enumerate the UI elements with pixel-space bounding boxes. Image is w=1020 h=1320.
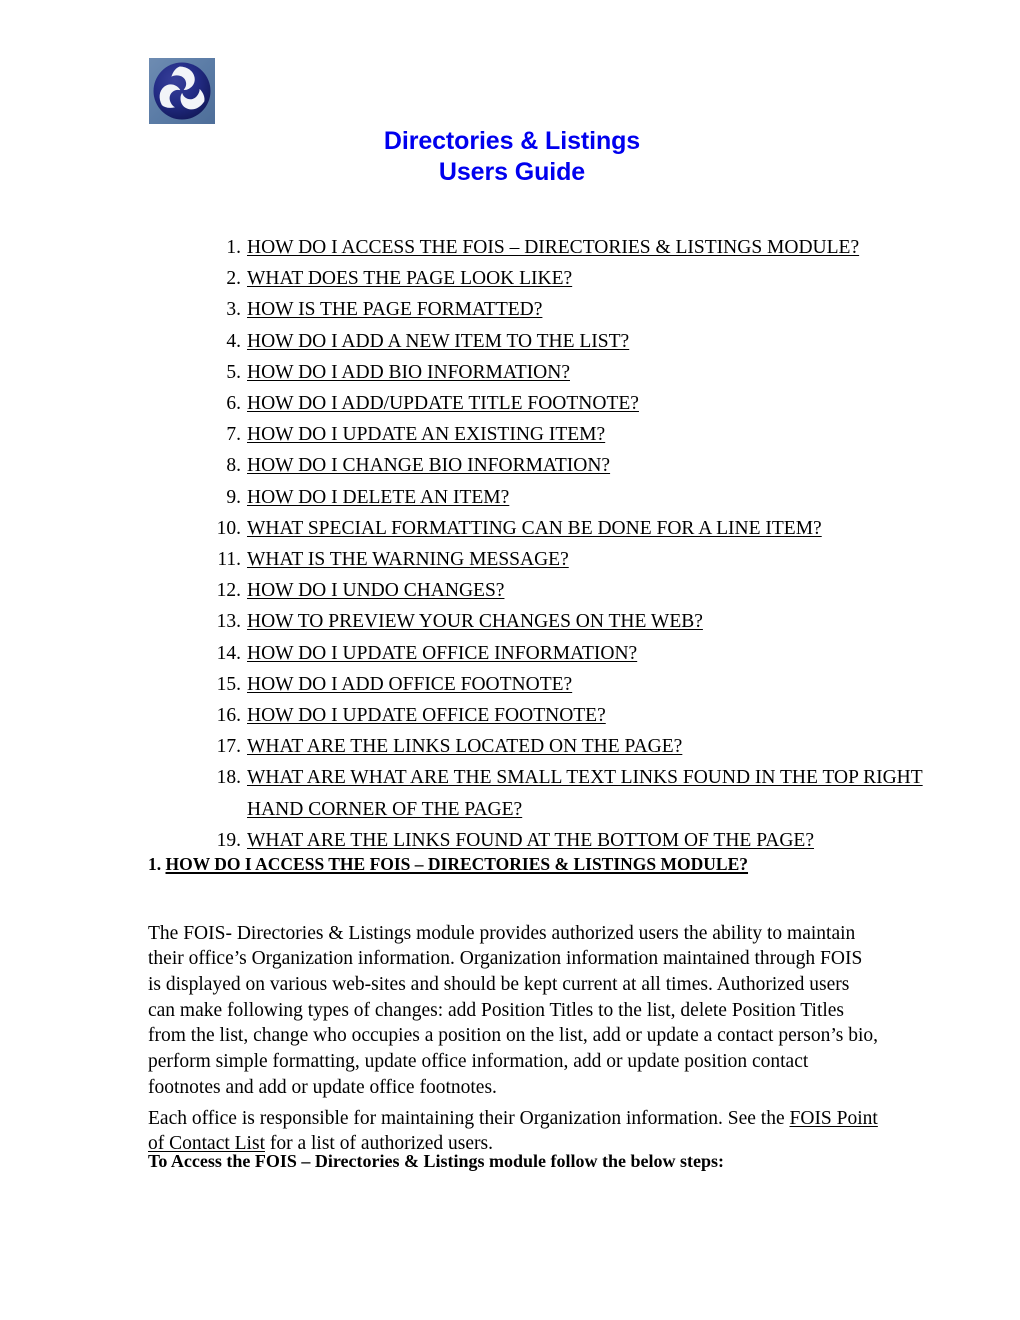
toc-item-link[interactable]: HOW DO I CHANGE BIO INFORMATION? bbox=[247, 450, 610, 481]
toc-item-number: 11. bbox=[217, 549, 241, 571]
toc-item-link[interactable]: HOW DO I UNDO CHANGES? bbox=[247, 575, 504, 606]
toc-item-number: 16. bbox=[216, 705, 241, 727]
toc-item[interactable]: 9. HOW DO I DELETE AN ITEM? bbox=[188, 482, 928, 513]
toc-item[interactable]: 6. HOW DO I ADD/UPDATE TITLE FOOTNOTE? bbox=[188, 388, 928, 419]
section-1-heading-text: HOW DO I ACCESS THE FOIS – DIRECTORIES &… bbox=[165, 854, 749, 874]
toc-item[interactable]: 1. HOW DO I ACCESS THE FOIS – DIRECTORIE… bbox=[188, 232, 928, 263]
toc-item-link[interactable]: WHAT ARE THE LINKS FOUND AT THE BOTTOM O… bbox=[247, 825, 814, 856]
toc-item-link[interactable]: WHAT IS THE WARNING MESSAGE? bbox=[247, 544, 569, 575]
toc-item-link[interactable]: HOW DO I ADD BIO INFORMATION? bbox=[247, 357, 570, 388]
toc-item-number: 7. bbox=[226, 424, 241, 446]
toc-item[interactable]: 7. HOW DO I UPDATE AN EXISTING ITEM? bbox=[188, 419, 928, 450]
toc-item-number: 19. bbox=[216, 829, 241, 851]
toc-item-link[interactable]: HOW DO I UPDATE OFFICE FOOTNOTE? bbox=[247, 700, 606, 731]
table-of-contents: 1. HOW DO I ACCESS THE FOIS – DIRECTORIE… bbox=[148, 232, 928, 856]
toc-item-link[interactable]: HOW IS THE PAGE FORMATTED? bbox=[247, 294, 542, 325]
toc-item[interactable]: 4. HOW DO I ADD A NEW ITEM TO THE LIST? bbox=[188, 326, 928, 357]
toc-item[interactable]: 14. HOW DO I UPDATE OFFICE INFORMATION? bbox=[188, 638, 928, 669]
toc-item-number: 1. bbox=[226, 237, 241, 258]
toc-item-number: 15. bbox=[216, 673, 241, 695]
each-office-text-before: Each office is responsible for maintaini… bbox=[148, 1107, 790, 1129]
toc-item-number: 13. bbox=[216, 611, 241, 633]
toc-item-number: 18. bbox=[216, 767, 241, 789]
page-title-line-1: Directories & Listings bbox=[383, 127, 641, 155]
toc-item[interactable]: 10. WHAT SPECIAL FORMATTING CAN BE DONE … bbox=[188, 513, 928, 544]
toc-item-number: 2. bbox=[226, 268, 241, 290]
toc-item-number: 14. bbox=[216, 642, 241, 664]
toc-item-number: 9. bbox=[226, 486, 241, 508]
toc-item[interactable]: 16. HOW DO I UPDATE OFFICE FOOTNOTE? bbox=[188, 700, 928, 731]
toc-item-link[interactable]: HOW DO I ADD A NEW ITEM TO THE LIST? bbox=[247, 326, 629, 357]
section-1-heading-number: 1. bbox=[148, 854, 166, 874]
toc-item[interactable]: 5. HOW DO I ADD BIO INFORMATION? bbox=[188, 357, 928, 388]
page-title-line-2: Users Guide bbox=[438, 158, 586, 186]
section-1-heading: 1. HOW DO I ACCESS THE FOIS – DIRECTORIE… bbox=[148, 853, 908, 875]
toc-item-link[interactable]: HOW DO I ADD OFFICE FOOTNOTE? bbox=[247, 669, 572, 700]
toc-item-link[interactable]: HOW DO I DELETE AN ITEM? bbox=[247, 482, 509, 513]
toc-item-link[interactable]: HOW DO I UPDATE OFFICE INFORMATION? bbox=[247, 638, 637, 669]
toc-item-link[interactable]: HOW TO PREVIEW YOUR CHANGES ON THE WEB? bbox=[247, 606, 703, 637]
toc-item-number: 5. bbox=[226, 361, 241, 383]
toc-item-number: 17. bbox=[216, 736, 241, 758]
toc-item-link[interactable]: WHAT ARE WHAT ARE THE SMALL TEXT LINKS F… bbox=[247, 762, 928, 824]
toc-item[interactable]: 8. HOW DO I CHANGE BIO INFORMATION? bbox=[188, 450, 928, 481]
steps-lead-in-text: To Access the FOIS – Directories & Listi… bbox=[148, 1151, 724, 1171]
toc-item[interactable]: 2. WHAT DOES THE PAGE LOOK LIKE? bbox=[188, 263, 928, 294]
toc-item-link[interactable]: WHAT ARE THE LINKS LOCATED ON THE PAGE? bbox=[247, 731, 682, 762]
toc-item[interactable]: 19. WHAT ARE THE LINKS FOUND AT THE BOTT… bbox=[188, 825, 928, 856]
toc-item-number: 3. bbox=[226, 299, 241, 321]
section-1-intro-paragraph: The FOIS- Directories & Listings module … bbox=[148, 922, 878, 1098]
toc-item[interactable]: 18. WHAT ARE WHAT ARE THE SMALL TEXT LIN… bbox=[188, 762, 928, 824]
toc-item[interactable]: 11. WHAT IS THE WARNING MESSAGE? bbox=[188, 544, 928, 575]
toc-item-link[interactable]: HOW DO I ADD/UPDATE TITLE FOOTNOTE? bbox=[247, 388, 639, 419]
toc-item-link[interactable]: HOW DO I UPDATE AN EXISTING ITEM? bbox=[247, 419, 605, 450]
toc-item[interactable]: 13. HOW TO PREVIEW YOUR CHANGES ON THE W… bbox=[188, 606, 928, 637]
toc-item-number: 12. bbox=[216, 580, 241, 602]
toc-item[interactable]: 3. HOW IS THE PAGE FORMATTED? bbox=[188, 294, 928, 325]
toc-item-number: 8. bbox=[226, 455, 241, 477]
dot-triskelion-logo-icon bbox=[149, 58, 215, 124]
page-title: Directories & Listings Users Guide bbox=[148, 126, 876, 188]
toc-item[interactable]: 12. HOW DO I UNDO CHANGES? bbox=[188, 575, 928, 606]
toc-item[interactable]: 17. WHAT ARE THE LINKS LOCATED ON THE PA… bbox=[188, 731, 928, 762]
toc-item-link[interactable]: WHAT SPECIAL FORMATTING CAN BE DONE FOR … bbox=[247, 513, 822, 544]
toc-item[interactable]: 15. HOW DO I ADD OFFICE FOOTNOTE? bbox=[188, 669, 928, 700]
document-page: Directories & Listings Users Guide 1. HO… bbox=[0, 0, 1020, 1320]
toc-item-number: 4. bbox=[226, 330, 241, 352]
toc-item-number: 6. bbox=[226, 393, 241, 415]
toc-item-number: 10. bbox=[216, 517, 241, 539]
toc-item-link[interactable]: HOW DO I ACCESS THE FOIS – DIRECTORIES &… bbox=[247, 232, 859, 263]
toc-item-link[interactable]: WHAT DOES THE PAGE LOOK LIKE? bbox=[247, 263, 572, 294]
